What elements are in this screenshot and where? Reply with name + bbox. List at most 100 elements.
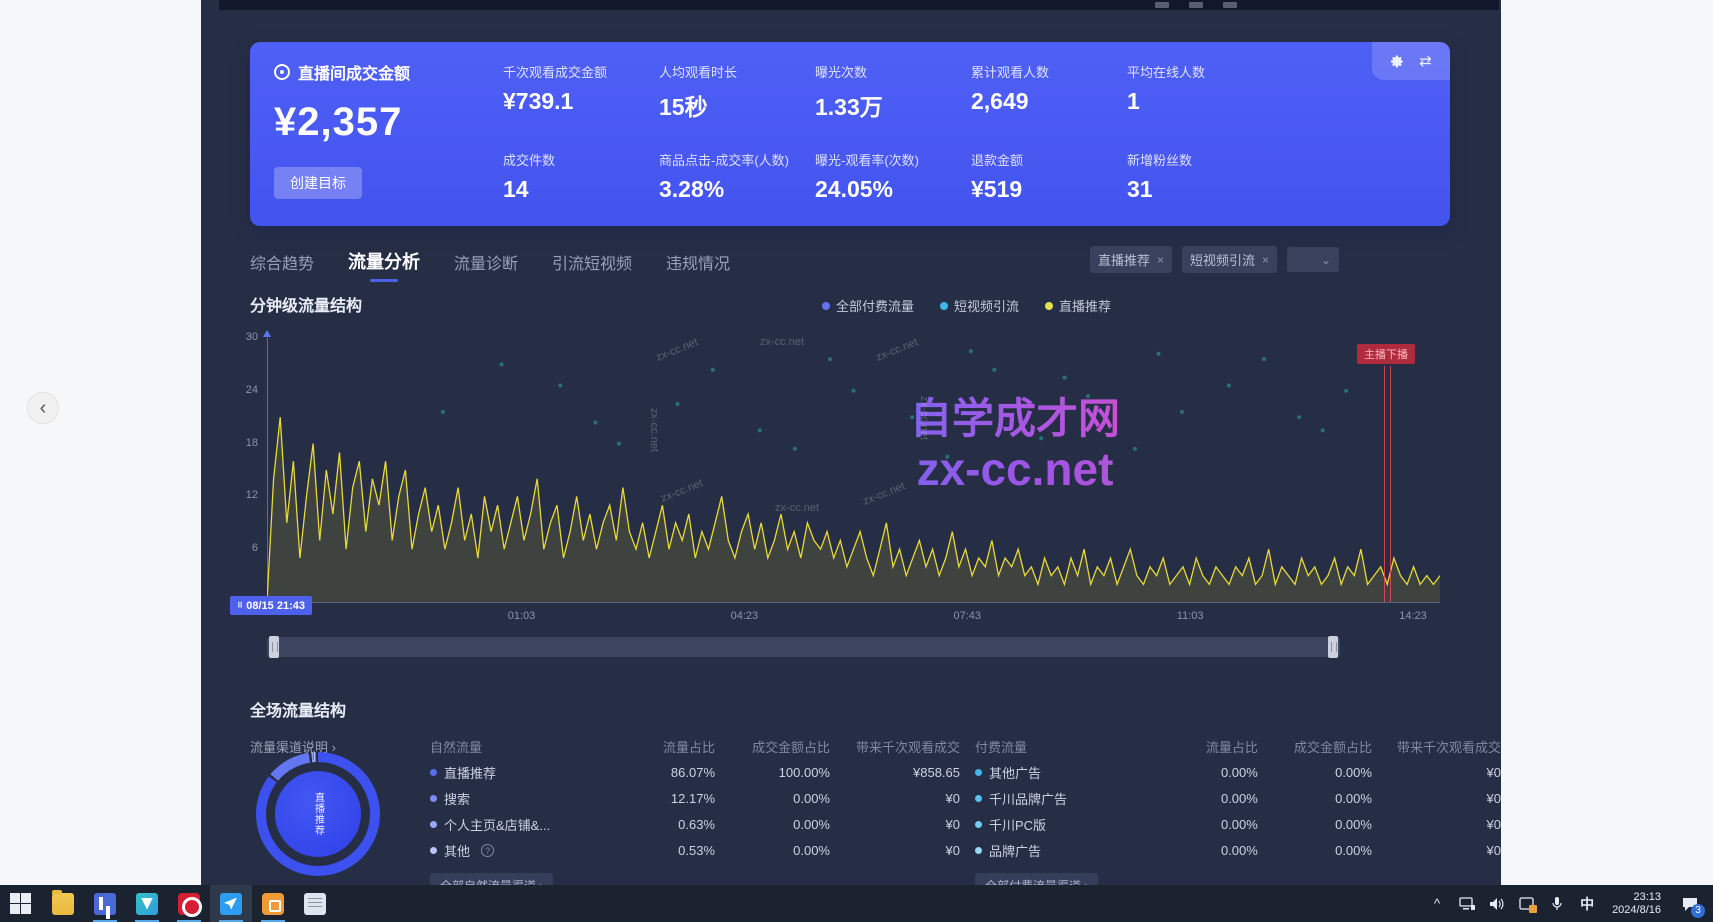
metric-cell: 退款金额 ¥519 (971, 150, 1127, 203)
taskbar-app-3[interactable] (168, 885, 210, 922)
close-icon[interactable]: × (1262, 253, 1269, 267)
series-dot (430, 821, 437, 828)
metric-cell: 商品点击-成交率(人数) 3.28% (659, 150, 815, 203)
network-icon[interactable] (1454, 885, 1480, 922)
chrome-icon[interactable] (1223, 2, 1237, 8)
tab-traffic-analysis[interactable]: 流量分析 (348, 248, 420, 282)
filter-tag-live-recommend[interactable]: 直播推荐 × (1090, 246, 1172, 273)
back-icon: ‹ (40, 397, 47, 420)
taskbar-app-4-active[interactable] (210, 885, 252, 922)
tab-short-video[interactable]: 引流短视频 (552, 250, 632, 282)
drag-grip-icon: ⠿ (237, 601, 242, 610)
ime-indicator[interactable]: 中 (1574, 885, 1600, 922)
minute-traffic-chart: 3024181260 01:0304:2307:4311:0314:23 自学成… (230, 330, 1475, 630)
system-tray: ^ 中 23:13 2024/8/16 3 (1424, 885, 1713, 922)
start-button[interactable] (0, 885, 42, 922)
series-dot (975, 795, 982, 802)
action-center-icon[interactable]: 3 (1673, 885, 1707, 922)
donut-center: 直播推荐 (275, 771, 361, 857)
app-icon (94, 893, 116, 915)
table-row[interactable]: 直播推荐 86.07% 100.00% ¥858.65 (430, 759, 960, 785)
panel-tools: ⇄ (1372, 42, 1450, 80)
taskbar-app-6[interactable] (294, 885, 336, 922)
series-dot (975, 769, 982, 776)
app-tray-icon[interactable] (1514, 885, 1540, 922)
chevron-down-icon: ⌄ (1321, 253, 1331, 267)
main-metric: 直播间成交金额 ¥2,357 创建目标 (274, 60, 410, 199)
legend-dot (940, 302, 948, 310)
chart-legend: 全部付费流量 短视频引流 直播推荐 (820, 296, 1111, 315)
clock-date: 2024/8/16 (1612, 904, 1661, 917)
create-goal-button[interactable]: 创建目标 (274, 167, 362, 199)
stream-end-badge: 主播下播 (1357, 344, 1415, 364)
taskbar-app-5[interactable] (252, 885, 294, 922)
gmv-summary-panel: ⇄ 直播间成交金额 ¥2,357 创建目标 千次观看成交金额 ¥739.1 人均… (250, 42, 1450, 226)
metric-cell: 平均在线人数 1 (1127, 62, 1283, 122)
notification-dot (1529, 905, 1537, 913)
metric-cell: 人均观看时长 15秒 (659, 62, 815, 122)
full-section-title: 全场流量结构 (250, 697, 346, 721)
x-tick: 01:03 (508, 610, 536, 622)
series-dot (430, 847, 437, 854)
table-row[interactable]: 品牌广告 0.00% 0.00% ¥0 (975, 837, 1501, 863)
legend-dot (822, 302, 830, 310)
natural-traffic-table: 自然流量 流量占比 成交金额占比 带来千次观看成交 直播推荐 86.07% 10… (430, 733, 960, 898)
folder-icon (52, 893, 74, 915)
back-button[interactable]: ‹ (27, 392, 59, 424)
settings-icon[interactable] (1390, 54, 1405, 69)
series-dot (975, 847, 982, 854)
stream-end-line (1384, 366, 1385, 602)
clock-time: 23:13 (1612, 891, 1661, 904)
chrome-icon[interactable] (1189, 2, 1203, 8)
legend-paid-traffic[interactable]: 全部付费流量 (822, 296, 914, 315)
table-row[interactable]: 千川PC版 0.00% 0.00% ¥0 (975, 811, 1501, 837)
table-row[interactable]: 千川品牌广告 0.00% 0.00% ¥0 (975, 785, 1501, 811)
slider-handle-left[interactable] (269, 636, 279, 658)
legend-live-recommend[interactable]: 直播推荐 (1045, 296, 1111, 315)
series-dot (975, 821, 982, 828)
metric-cell: 千次观看成交金额 ¥739.1 (503, 62, 659, 122)
chrome-icon[interactable] (1155, 2, 1169, 8)
legend-dot (1045, 302, 1053, 310)
metric-cell: 曝光-观看率(次数) 24.05% (815, 150, 971, 203)
notification-badge: 3 (1691, 904, 1705, 918)
table-row[interactable]: 其他? 0.53% 0.00% ¥0 (430, 837, 960, 863)
app-icon (220, 893, 242, 915)
tab-traffic-diagnosis[interactable]: 流量诊断 (454, 250, 518, 282)
y-tick: 12 (230, 489, 258, 501)
clock[interactable]: 23:13 2024/8/16 (1604, 891, 1669, 917)
chart-plot-area[interactable] (267, 338, 1440, 602)
close-icon[interactable]: × (1157, 253, 1164, 267)
window-top-chrome (219, 0, 1499, 10)
info-icon[interactable]: ? (481, 844, 494, 857)
legend-short-video[interactable]: 短视频引流 (940, 296, 1019, 315)
microphone-icon[interactable] (1544, 885, 1570, 922)
traffic-donut-chart[interactable]: 直播推荐 (256, 752, 380, 876)
tab-overall-trend[interactable]: 综合趋势 (250, 250, 314, 282)
volume-icon[interactable] (1484, 885, 1510, 922)
series-dot (430, 769, 437, 776)
filter-dropdown[interactable]: ⌄ (1287, 247, 1339, 272)
x-axis (267, 602, 1440, 603)
y-tick: 24 (230, 384, 258, 396)
table-row[interactable]: 个人主页&店铺&... 0.63% 0.00% ¥0 (430, 811, 960, 837)
table-row[interactable]: 其他广告 0.00% 0.00% ¥0 (975, 759, 1501, 785)
chart-range-slider[interactable] (267, 637, 1340, 657)
app-icon (178, 893, 200, 915)
tab-violations[interactable]: 违规情况 (666, 250, 730, 282)
taskbar-app-1[interactable] (84, 885, 126, 922)
swap-view-icon[interactable]: ⇄ (1419, 54, 1432, 69)
y-tick: 18 (230, 437, 258, 449)
time-range-start-tag[interactable]: ⠿ 08/15 21:43 (230, 596, 312, 615)
stream-end-line (1390, 366, 1391, 602)
tray-expand-icon[interactable]: ^ (1424, 885, 1450, 922)
table-header: 付费流量 流量占比 成交金额占比 带来千次观看成交 (975, 733, 1501, 759)
taskbar-file-explorer[interactable] (42, 885, 84, 922)
target-icon (274, 64, 290, 80)
taskbar-app-2[interactable] (126, 885, 168, 922)
slider-handle-right[interactable] (1328, 636, 1338, 658)
channel-filter: 直播推荐 × 短视频引流 × ⌄ (1090, 246, 1339, 273)
filter-tag-short-video[interactable]: 短视频引流 × (1182, 246, 1277, 273)
minute-section-title: 分钟级流量结构 (250, 292, 362, 316)
table-row[interactable]: 搜索 12.17% 0.00% ¥0 (430, 785, 960, 811)
